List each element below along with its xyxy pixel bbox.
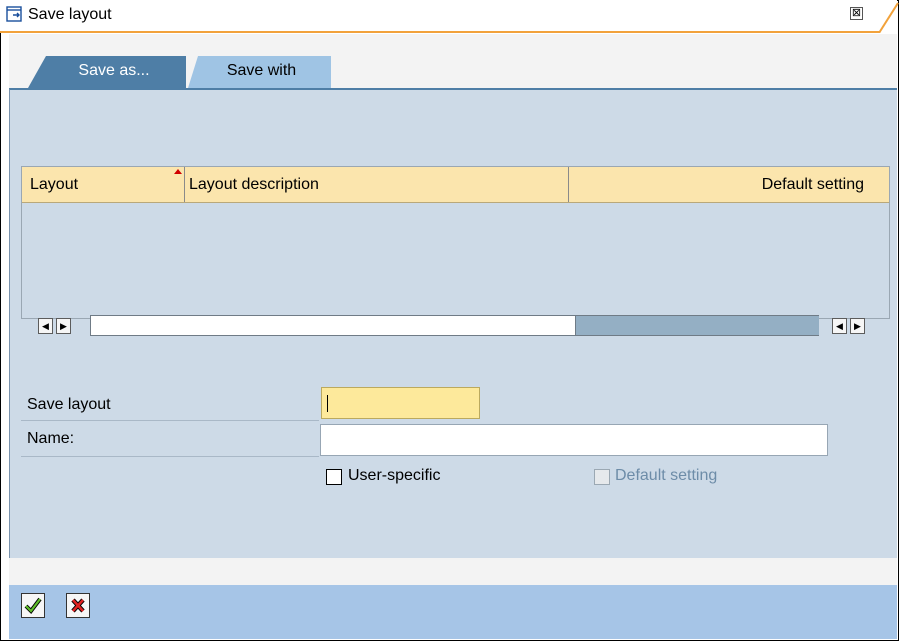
table-body[interactable] bbox=[22, 203, 889, 305]
name-input[interactable] bbox=[320, 424, 828, 456]
layout-table: Layout Layout description Default settin… bbox=[21, 166, 890, 319]
window-title: Save layout bbox=[28, 6, 112, 23]
scroll-right-icon[interactable]: ▶ bbox=[56, 318, 71, 334]
tab-save-with[interactable]: Save with bbox=[188, 56, 331, 88]
default-setting-checkbox bbox=[594, 469, 610, 485]
close-icon[interactable]: ⊠ bbox=[850, 7, 863, 20]
scroll-column-left-icon[interactable]: ◀ bbox=[832, 318, 847, 334]
tab-save-as[interactable]: Save as... bbox=[28, 56, 186, 88]
cancel-button[interactable] bbox=[66, 593, 90, 618]
row-divider bbox=[21, 420, 319, 421]
button-bar bbox=[9, 585, 897, 639]
title-accent-line bbox=[0, 31, 880, 33]
footer-separator bbox=[9, 558, 897, 585]
title-bar: Save layout ⊠ bbox=[0, 0, 897, 31]
user-specific-checkbox[interactable] bbox=[326, 469, 342, 485]
table-header: Layout Layout description Default settin… bbox=[22, 167, 889, 203]
default-setting-label: Default setting bbox=[615, 467, 718, 484]
column-header-layout[interactable]: Layout bbox=[22, 167, 185, 202]
scrollbar-thumb[interactable] bbox=[575, 316, 819, 335]
confirm-button[interactable] bbox=[21, 593, 45, 618]
user-specific-label[interactable]: User-specific bbox=[348, 467, 440, 485]
save-layout-input[interactable] bbox=[321, 387, 480, 419]
cancel-x-icon bbox=[71, 598, 85, 613]
checkmark-icon bbox=[24, 597, 42, 615]
save-layout-label: Save layout bbox=[27, 396, 111, 413]
horizontal-scrollbar[interactable] bbox=[90, 315, 819, 336]
scroll-left-icon[interactable]: ◀ bbox=[38, 318, 53, 334]
scroll-column-right-icon[interactable]: ▶ bbox=[850, 318, 865, 334]
column-header-default-setting[interactable]: Default setting bbox=[569, 167, 889, 202]
sort-indicator-icon bbox=[174, 169, 182, 174]
row-divider bbox=[21, 456, 319, 457]
column-header-layout-description[interactable]: Layout description bbox=[185, 167, 569, 202]
title-accent-corner bbox=[878, 2, 899, 33]
text-caret bbox=[327, 395, 328, 412]
name-label: Name: bbox=[27, 430, 75, 447]
window-edit-icon bbox=[6, 6, 22, 22]
